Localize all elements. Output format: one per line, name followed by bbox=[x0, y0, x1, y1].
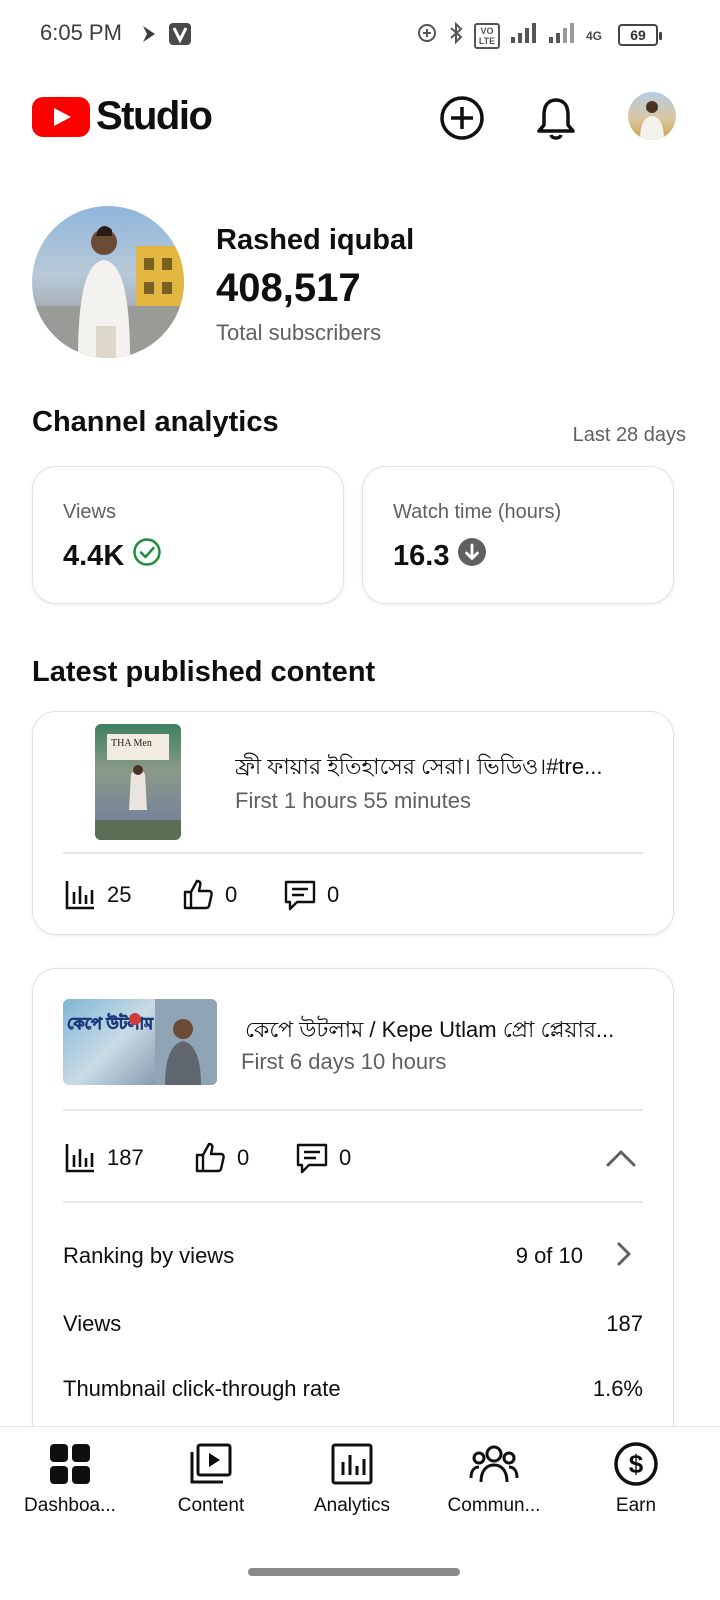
create-button[interactable] bbox=[436, 92, 488, 144]
divider bbox=[63, 1201, 643, 1203]
channel-avatar[interactable] bbox=[32, 206, 184, 358]
nav-content[interactable]: Content bbox=[141, 1439, 281, 1517]
video-card[interactable]: কেপে উটলাম কেপে উটলাম / Kepe Utlam প্রো … bbox=[32, 968, 674, 1468]
navigation-icon bbox=[140, 23, 158, 50]
views-stat: 25 bbox=[63, 878, 131, 912]
ranking-value: 9 of 10 bbox=[515, 1243, 583, 1268]
analytics-title: Channel analytics bbox=[32, 406, 279, 438]
channel-header: Rashed iqubal 408,517 Total subscribers bbox=[32, 206, 688, 358]
dashboard-icon bbox=[50, 1444, 90, 1484]
notifications-icon bbox=[537, 98, 575, 140]
create-icon bbox=[440, 96, 484, 140]
thumbs-up-icon bbox=[195, 1142, 225, 1173]
latest-content-title: Latest published content bbox=[32, 656, 376, 688]
video-timeframe: First 6 days 10 hours bbox=[241, 1049, 447, 1074]
nav-analytics[interactable]: Analytics bbox=[282, 1439, 422, 1517]
bar-chart-icon bbox=[65, 1144, 94, 1173]
analytics-period: Last 28 days bbox=[572, 424, 686, 446]
bluetooth-icon bbox=[448, 21, 464, 49]
battery-icon: 69 bbox=[618, 24, 662, 46]
views-metric-card[interactable]: Views 4.4K bbox=[32, 466, 344, 604]
check-circle-icon bbox=[132, 537, 162, 575]
comments-stat: 0 bbox=[295, 1141, 351, 1175]
chevron-up-icon bbox=[606, 1150, 636, 1167]
bar-chart-icon bbox=[65, 881, 94, 910]
signal-icon-1 bbox=[510, 22, 538, 49]
likes-count: 0 bbox=[225, 882, 238, 907]
svg-text:$: $ bbox=[629, 1449, 644, 1479]
metric-label: Views bbox=[63, 501, 116, 523]
comment-icon bbox=[296, 1143, 328, 1174]
video-timeframe: First 1 hours 55 minutes bbox=[235, 788, 471, 813]
subscriber-label: Total subscribers bbox=[216, 320, 382, 345]
metric-value: 16.3 bbox=[393, 539, 450, 572]
metric-label: Watch time (hours) bbox=[393, 501, 562, 523]
nav-dashboard[interactable]: Dashboa... bbox=[0, 1439, 140, 1517]
video-title: কেপে উটলাম / Kepe Utlam প্রো প্লেয়ার... bbox=[245, 1017, 615, 1042]
video-thumbnail[interactable]: THA Men bbox=[95, 724, 181, 840]
video-thumbnail[interactable]: কেপে উটলাম bbox=[63, 999, 217, 1085]
nav-label: Analytics bbox=[313, 1495, 391, 1516]
ranking-label: Ranking by views bbox=[63, 1243, 235, 1268]
content-icon bbox=[190, 1443, 232, 1484]
youtube-play-icon bbox=[32, 96, 90, 137]
latest-video-card[interactable]: THA Men ফ্রী ফায়ার ইতিহাসের সেরা। ভিডিও… bbox=[32, 711, 674, 935]
metric-value: 4.4K bbox=[63, 539, 125, 572]
analytics-icon bbox=[331, 1443, 373, 1485]
video-title: ফ্রী ফায়ার ইতিহাসের সেরা। ভিডিও।#tre... bbox=[235, 754, 603, 779]
comments-stat: 0 bbox=[283, 878, 339, 912]
nav-community[interactable]: Commun... bbox=[424, 1439, 564, 1517]
app-v-icon bbox=[168, 22, 192, 51]
collapse-button[interactable] bbox=[601, 1141, 641, 1175]
views-count: 25 bbox=[107, 882, 132, 907]
thumbnail-text: কেপে উটলাম bbox=[67, 1013, 154, 1033]
views-count: 187 bbox=[107, 1145, 144, 1170]
nav-label: Content bbox=[177, 1495, 245, 1516]
divider bbox=[63, 852, 643, 854]
divider bbox=[63, 1109, 643, 1111]
likes-stat: 0 bbox=[193, 1141, 249, 1175]
comments-count: 0 bbox=[339, 1145, 352, 1170]
top-app-bar: Studio bbox=[0, 80, 720, 160]
likes-count: 0 bbox=[237, 1145, 250, 1170]
community-icon bbox=[469, 1445, 519, 1483]
logo-text: Studio bbox=[96, 94, 213, 138]
account-avatar[interactable] bbox=[628, 92, 676, 140]
volte-icon: VO LTE bbox=[473, 22, 500, 49]
channel-name: Rashed iqubal bbox=[216, 224, 415, 256]
nav-label: Dashboa... bbox=[24, 1495, 116, 1516]
views-row-label: Views bbox=[63, 1311, 122, 1336]
views-stat: 187 bbox=[63, 1141, 144, 1175]
notifications-button[interactable] bbox=[530, 92, 582, 144]
home-indicator[interactable] bbox=[248, 1568, 460, 1576]
arrow-down-circle-icon bbox=[457, 537, 487, 575]
data-saver-icon bbox=[416, 22, 438, 49]
chevron-right-icon bbox=[617, 1242, 631, 1266]
status-bar: 6:05 PM VO LTE 4G 69 bbox=[0, 0, 720, 70]
ctr-row-value: 1.6% bbox=[592, 1376, 643, 1401]
ranking-details-button[interactable] bbox=[609, 1239, 639, 1269]
earn-icon: $ bbox=[614, 1442, 658, 1486]
subscriber-count: 408,517 bbox=[216, 266, 361, 310]
thumbs-up-icon bbox=[183, 879, 213, 910]
status-time: 6:05 PM bbox=[40, 20, 122, 45]
nav-label: Commun... bbox=[447, 1495, 541, 1516]
thumbnail-text: THA Men bbox=[111, 738, 152, 749]
watch-time-metric-card[interactable]: Watch time (hours) 16.3 bbox=[362, 466, 674, 604]
comment-icon bbox=[284, 880, 316, 911]
ctr-row-label: Thumbnail click-through rate bbox=[63, 1376, 341, 1401]
likes-stat: 0 bbox=[181, 878, 237, 912]
nav-earn[interactable]: $ Earn bbox=[566, 1439, 706, 1517]
comments-count: 0 bbox=[327, 882, 340, 907]
views-row-value: 187 bbox=[606, 1311, 643, 1336]
network-type: 4G bbox=[585, 28, 602, 43]
youtube-studio-logo[interactable]: Studio bbox=[32, 94, 213, 139]
nav-label: Earn bbox=[615, 1495, 657, 1516]
signal-icon-2 bbox=[548, 22, 576, 49]
